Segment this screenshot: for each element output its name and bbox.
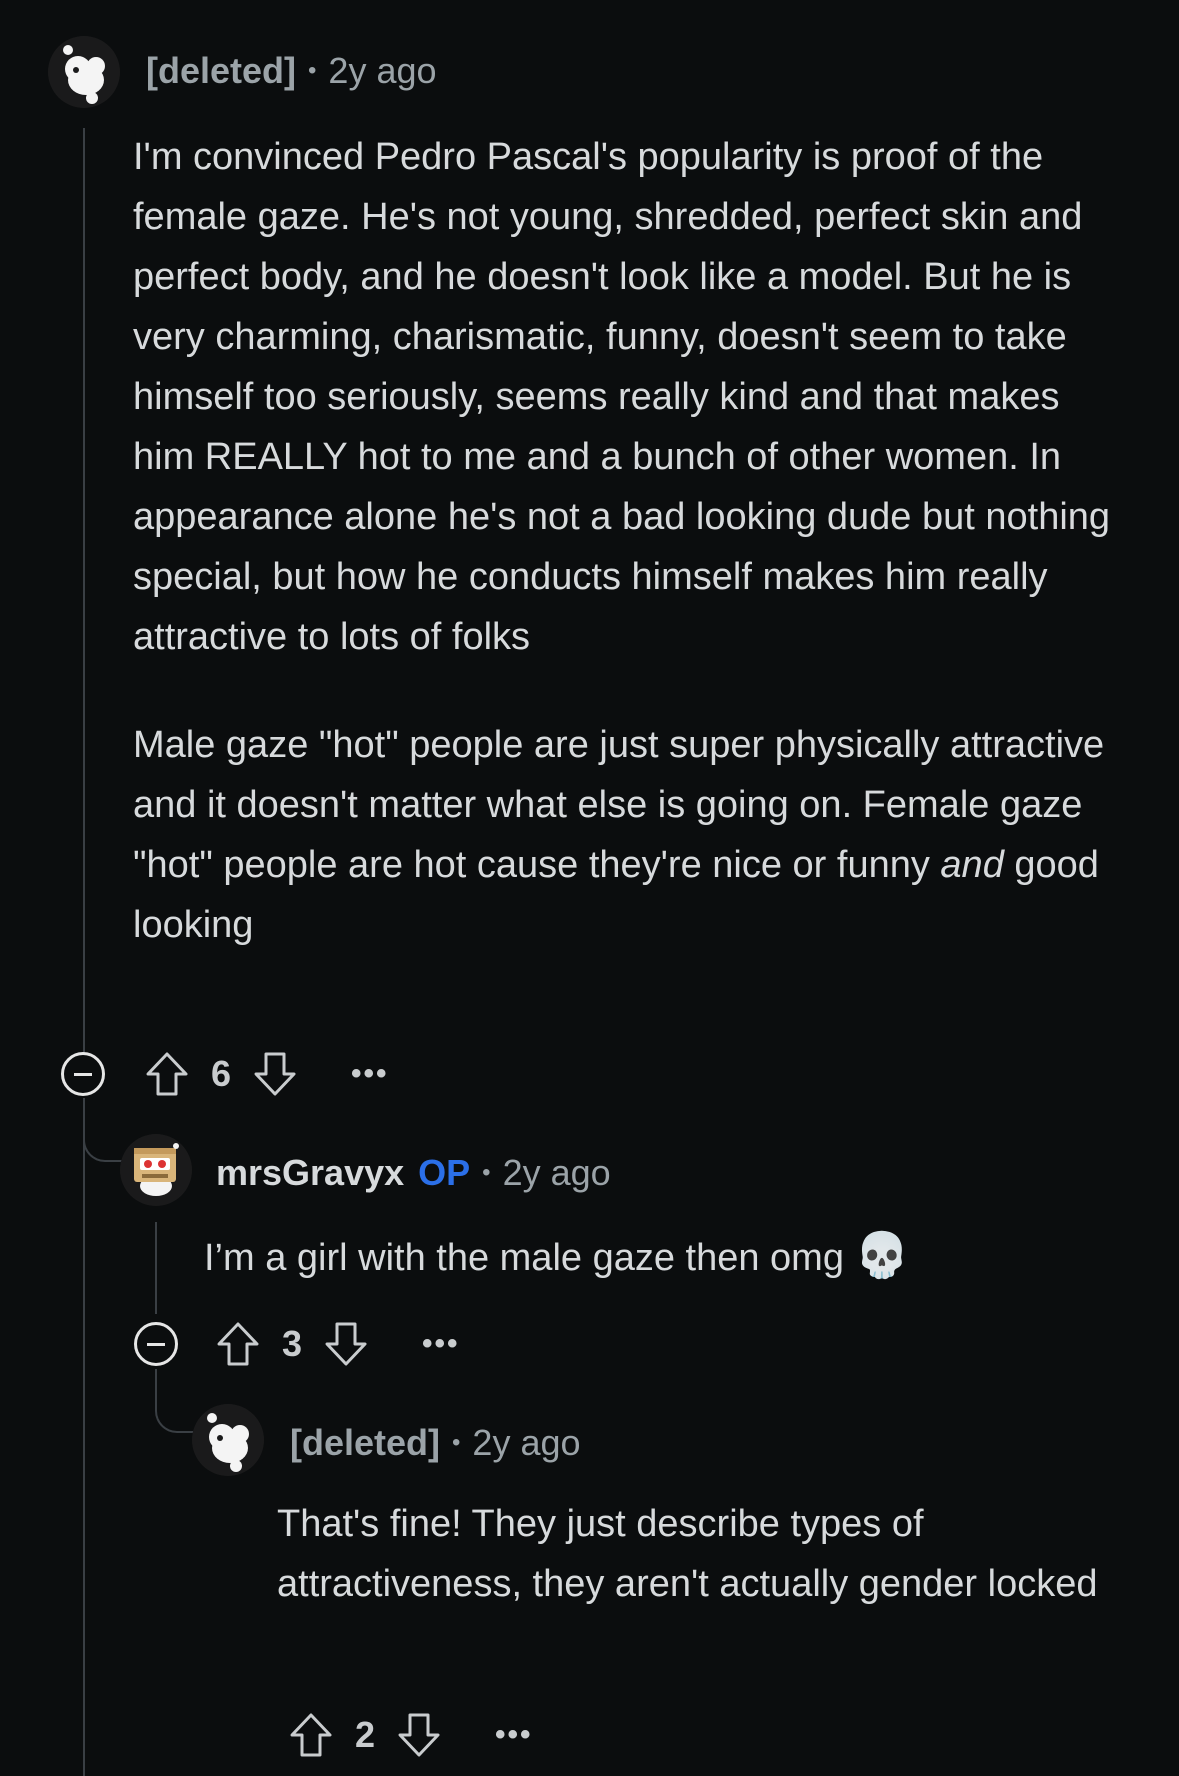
snoo-avatar-icon xyxy=(48,36,120,108)
op-badge: OP xyxy=(418,1152,471,1193)
timestamp: 2y ago xyxy=(502,1152,611,1193)
comment-body: That's fine! They just describe types of… xyxy=(277,1494,1137,1614)
comment-paragraph: I'm convinced Pedro Pascal's popularity … xyxy=(133,136,1111,658)
separator-dot: • xyxy=(452,1429,461,1456)
more-options-icon[interactable]: ••• xyxy=(351,1057,389,1091)
upvote-icon[interactable] xyxy=(289,1712,333,1758)
skull-emoji: 💀 xyxy=(854,1231,910,1280)
username[interactable]: mrsGravyx xyxy=(216,1152,404,1194)
thread-elbow-reply-2 xyxy=(155,1369,195,1433)
comment-paragraph: Male gaze "hot" people are just super ph… xyxy=(133,724,1105,946)
separator-dot: • xyxy=(482,1159,491,1186)
thread-line-reply-1 xyxy=(155,1222,157,1314)
upvote-icon[interactable] xyxy=(216,1321,260,1367)
separator-dot: • xyxy=(308,57,317,84)
timestamp: 2y ago xyxy=(472,1422,581,1463)
comment-paragraph: That's fine! They just describe types of… xyxy=(277,1503,1098,1605)
collapse-button[interactable] xyxy=(134,1322,178,1366)
comment-meta: [deleted] • 2y ago xyxy=(290,1422,581,1464)
avatar[interactable] xyxy=(48,36,120,108)
downvote-icon[interactable] xyxy=(397,1712,441,1758)
vote-count: 6 xyxy=(211,1053,232,1094)
avatar[interactable] xyxy=(192,1404,264,1476)
thread-line-root xyxy=(83,128,85,1053)
comment-body: I’m a girl with the male gaze then omg 💀 xyxy=(204,1226,1104,1288)
thread-line-root-lower xyxy=(83,1098,85,1776)
box-robot-avatar-icon xyxy=(120,1134,192,1206)
username[interactable]: [deleted] xyxy=(146,50,296,92)
collapse-button[interactable] xyxy=(61,1052,105,1096)
timestamp: 2y ago xyxy=(328,50,437,91)
more-options-icon[interactable]: ••• xyxy=(422,1327,460,1361)
thread-elbow-reply-1 xyxy=(83,1098,123,1162)
comment-body: I'm convinced Pedro Pascal's popularity … xyxy=(133,127,1113,955)
vote-bar: 2 ••• xyxy=(289,1710,533,1760)
vote-bar: 3 ••• xyxy=(216,1319,460,1369)
more-options-icon[interactable]: ••• xyxy=(495,1718,533,1752)
vote-count: 3 xyxy=(282,1323,303,1364)
comment-meta: [deleted] • 2y ago xyxy=(146,50,437,92)
username[interactable]: [deleted] xyxy=(290,1422,440,1464)
upvote-icon[interactable] xyxy=(145,1051,189,1097)
downvote-icon[interactable] xyxy=(324,1321,368,1367)
avatar[interactable] xyxy=(120,1134,192,1206)
comment-meta: mrsGravyx OP • 2y ago xyxy=(216,1152,611,1194)
vote-bar: 6 ••• xyxy=(145,1049,389,1099)
vote-count: 2 xyxy=(355,1714,376,1755)
downvote-icon[interactable] xyxy=(253,1051,297,1097)
snoo-avatar-icon xyxy=(192,1404,264,1476)
comment-paragraph: I’m a girl with the male gaze then omg 💀 xyxy=(204,1231,910,1280)
